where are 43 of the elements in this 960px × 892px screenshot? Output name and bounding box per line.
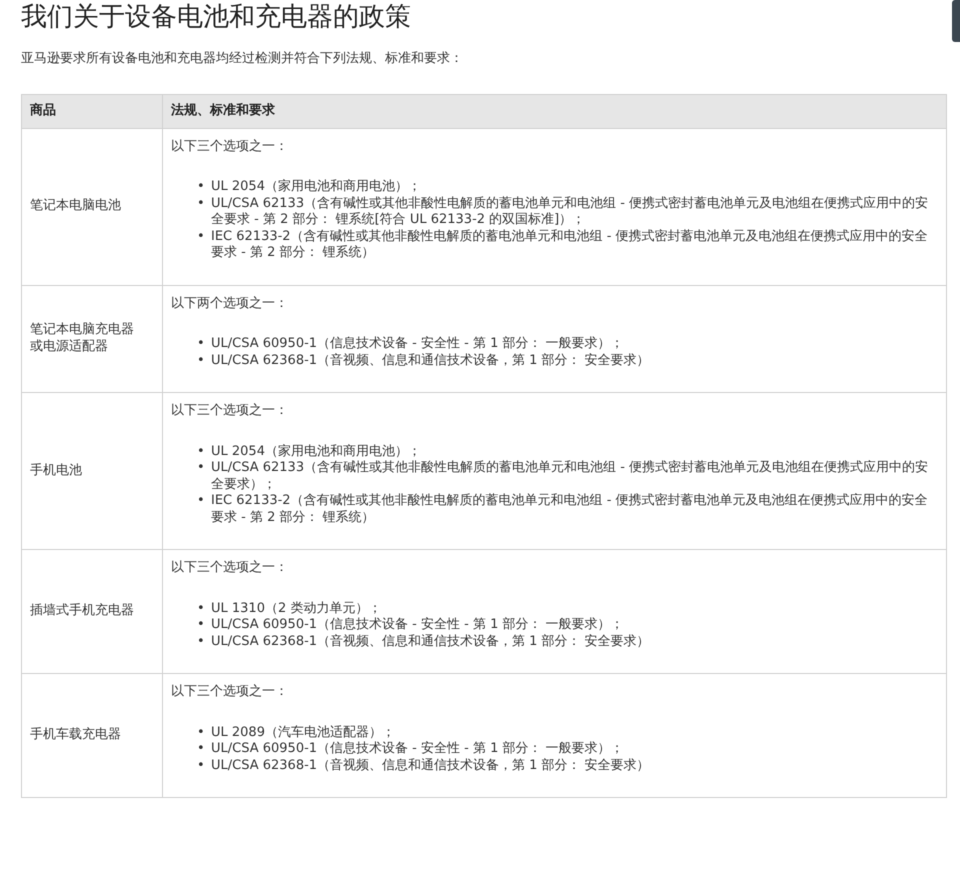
bullet-mark: • (197, 724, 206, 741)
lead-text: 以下三个选项之一： (171, 138, 289, 155)
product-cell: 手机电池 (22, 392, 162, 550)
bullet-mark: • (197, 196, 206, 212)
bullet-mark: • (197, 179, 206, 196)
bullet-mark: • (197, 460, 206, 476)
bullet-mark: • (197, 336, 206, 352)
bullet-mark: • (197, 634, 206, 650)
product-cell: 笔记本电脑充电器或电源适配器 (22, 285, 162, 392)
standard-item: UL/CSA 62368-1（音视频、信息和通信技术设备，第 1 部分： 安全要求） (211, 758, 651, 774)
bullet-mark: • (197, 352, 206, 369)
standard-item: IEC 62133-2（含有碱性或其他非酸性电解质的蓄电池单元和电池组 - 便携式密封蓄电池单元及电池组在便携式应用中的安全要求 - 第 2 部分： 锂系统） (211, 228, 929, 262)
lead-text: 以下三个选项之一： (171, 560, 289, 576)
standard-item: UL/CSA 60950-1（信息技术设备 - 安全性 - 第 1 部分： 一般要求）； (211, 617, 625, 634)
product-cell: 插墙式手机充电器 (22, 550, 162, 674)
product-cell: 笔记本电脑电池 (22, 128, 162, 285)
column-header: 法规、标准和要求 (162, 94, 946, 128)
standard-item: UL/CSA 60950-1（信息技术设备 - 安全性 - 第 1 部分： 一般要求）； (211, 336, 625, 352)
bullet-mark: • (197, 758, 206, 774)
scrollbar-thumb[interactable] (952, 0, 960, 42)
standard-item: UL/CSA 60950-1（信息技术设备 - 安全性 - 第 1 部分： 一般要求）； (211, 741, 625, 758)
lead-text: 以下两个选项之一： (171, 296, 289, 312)
page-title: 我们关于设备电池和充电器的政策 (21, 1, 411, 34)
product-cell: 手机车载充电器 (22, 674, 162, 798)
standard-item: UL 1310（2 类动力单元）； (211, 600, 382, 617)
intro-text: 亚马逊要求所有设备电池和充电器均经过检测并符合下列法规、标准和要求： (21, 50, 463, 68)
standard-item: UL/CSA 62368-1（音视频、信息和通信技术设备，第 1 部分： 安全要求） (211, 634, 651, 650)
bullet-mark: • (197, 444, 206, 460)
bullet-mark: • (197, 600, 206, 617)
bullet-mark: • (197, 493, 206, 510)
bullet-mark: • (197, 228, 206, 245)
standard-item: UL/CSA 62133（含有碱性或其他非酸性电解质的蓄电池单元和电池组 - 便携式密封蓄电池单元及电池组在便携式应用中的安全要求 - 第 2 部分： 锂系统[符合 UL 62133-2 的双国标准]）； (211, 196, 930, 228)
bullet-mark: • (197, 617, 206, 634)
standard-item: UL 2054（家用电池和商用电池）； (211, 444, 422, 460)
lead-text: 以下三个选项之一： (171, 403, 289, 420)
standard-item: UL 2054（家用电池和商用电池）； (211, 179, 422, 196)
standard-item: UL 2089（汽车电池适配器）； (211, 724, 396, 741)
standard-item: IEC 62133-2（含有碱性或其他非酸性电解质的蓄电池单元和电池组 - 便携式密封蓄电池单元及电池组在便携式应用中的安全要求 - 第 2 部分： 锂系统） (211, 493, 929, 526)
column-header: 商品 (22, 94, 162, 128)
standard-item: UL/CSA 62368-1（音视频、信息和通信技术设备，第 1 部分： 安全要求） (211, 352, 651, 369)
standard-item: UL/CSA 62133（含有碱性或其他非酸性电解质的蓄电池单元和电池组 - 便携式密封蓄电池单元及电池组在便携式应用中的安全要求）； (211, 460, 930, 493)
bullet-mark: • (197, 741, 206, 758)
lead-text: 以下三个选项之一： (171, 684, 289, 700)
